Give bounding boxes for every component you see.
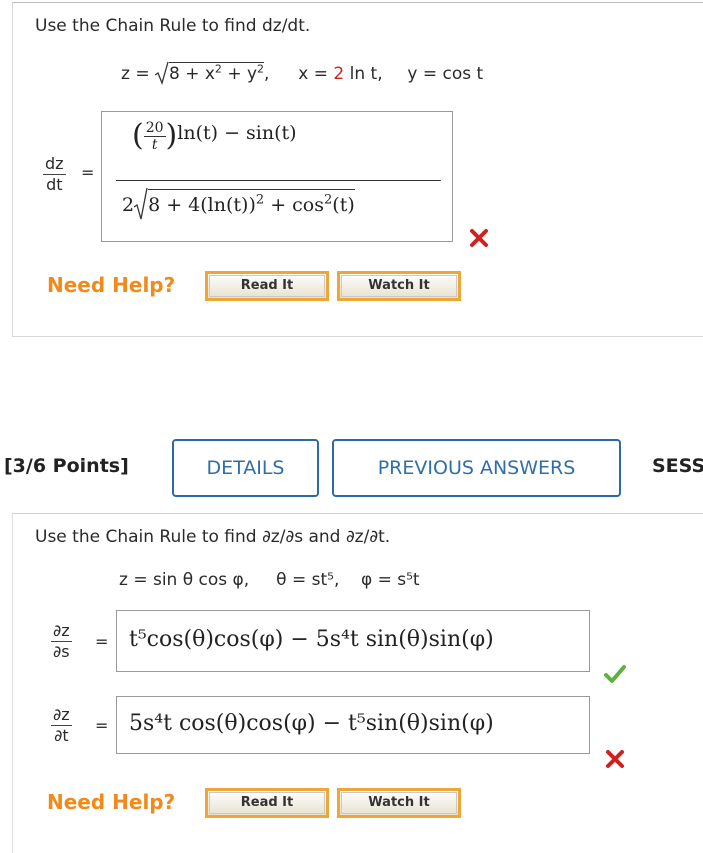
read-it-button-1[interactable]: Read It: [205, 271, 329, 301]
y-def: y = cos t: [407, 64, 484, 84]
equals-sign: =: [81, 163, 95, 182]
dz-ds-label: ∂z ∂s: [51, 622, 72, 661]
z-radicand: 8 + x: [168, 64, 215, 84]
incorrect-x-icon: [606, 750, 624, 768]
numerator-rest: ln(t) − sin(t): [177, 122, 297, 144]
dz-dt-denominator: dt: [46, 175, 63, 194]
answer-box-dz-dt[interactable]: ( 20 t )ln(t) − sin(t) 2 8 + 4(ln(t))2 +…: [101, 111, 453, 242]
dz-dt-label: dz dt: [43, 155, 66, 194]
answer-dz-dt-partial: 5s⁴t cos(θ)cos(φ) − t⁵sin(θ)sin(φ): [129, 711, 494, 736]
x-def-prefix: x =: [298, 64, 328, 84]
dz-dt-partial-numerator: ∂z: [51, 705, 72, 726]
den-exp-1: 2: [255, 192, 265, 208]
equals-sign: =: [95, 716, 109, 735]
previous-answers-button[interactable]: PREVIOUS ANSWERS: [332, 439, 621, 497]
question-1-prompt: Use the Chain Rule to find dz/dt.: [35, 16, 311, 36]
x-def-suffix: ln t,: [349, 64, 383, 84]
question-1-card: Use the Chain Rule to find dz/dt. z = 8 …: [12, 2, 703, 337]
points-label: [3/6 Points]: [4, 455, 129, 477]
den-tail: (t): [332, 194, 355, 216]
need-help-label-1: Need Help?: [47, 273, 176, 297]
watch-it-button-1[interactable]: Watch It: [337, 271, 461, 301]
coef-numerator: 20: [143, 120, 166, 137]
den-radicand: 8 + 4(ln(t)): [148, 194, 256, 216]
dz-ds-numerator: ∂z: [51, 621, 72, 642]
dz-dt-partial-denominator: ∂t: [54, 726, 69, 745]
dz-dt-numerator: dz: [43, 154, 66, 175]
equals-sign: =: [95, 632, 109, 651]
details-button[interactable]: DETAILS: [172, 439, 319, 497]
question-2-card: Use the Chain Rule to find ∂z/∂s and ∂z/…: [12, 513, 703, 853]
question-2-given: z = sin θ cos φ, θ = st⁵, φ = s⁵t: [119, 570, 420, 590]
answer-box-dz-dt-partial[interactable]: 5s⁴t cos(θ)cos(φ) − t⁵sin(θ)sin(φ): [116, 696, 590, 754]
x-def-value: 2: [333, 64, 345, 84]
z-lhs: z =: [121, 64, 150, 84]
answer-dz-ds: t⁵cos(θ)cos(φ) − 5s⁴t sin(θ)sin(φ): [129, 627, 494, 652]
session-label[interactable]: SESS: [652, 455, 703, 477]
watch-it-button-2[interactable]: Watch It: [337, 788, 461, 818]
answer-numerator: ( 20 t )ln(t) − sin(t): [132, 118, 297, 153]
need-help-label-2: Need Help?: [47, 790, 176, 814]
den-rest: + cos: [270, 194, 324, 216]
question-1-given: z = 8 + x2 + y2, x = 2 ln t, y = cos t: [121, 61, 484, 86]
sqrt-symbol: 8 + x2 + y2,: [154, 61, 269, 86]
radical-sign-icon: [133, 187, 148, 220]
incorrect-x-icon: [470, 229, 488, 247]
coef-denominator: t: [151, 137, 158, 153]
dz-dt-partial-label: ∂z ∂t: [51, 706, 72, 745]
read-it-button-2[interactable]: Read It: [205, 788, 329, 818]
question-2-prompt: Use the Chain Rule to find ∂z/∂s and ∂z/…: [35, 527, 391, 547]
fraction-bar: [116, 180, 441, 181]
answer-box-dz-ds[interactable]: t⁵cos(θ)cos(φ) − 5s⁴t sin(θ)sin(φ): [116, 610, 590, 672]
correct-check-icon: [604, 665, 626, 683]
dz-ds-denominator: ∂s: [53, 642, 70, 661]
den-coef: 2: [122, 194, 135, 216]
radical-sign-icon: [154, 61, 169, 86]
answer-denominator: 2 8 + 4(ln(t))2 + cos2(t): [122, 187, 355, 221]
